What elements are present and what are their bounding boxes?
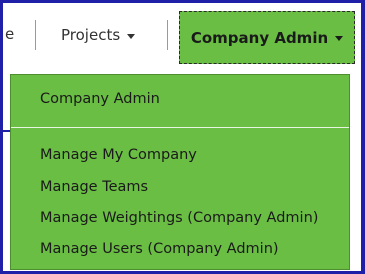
nav-separator — [35, 20, 36, 50]
nav-company-admin-dropdown[interactable]: Company Admin — [179, 11, 355, 64]
background-underline-fragment — [3, 130, 10, 132]
nav-projects-label: Projects — [61, 26, 121, 44]
caret-down-icon — [127, 33, 136, 39]
menu-item-manage-my-company[interactable]: Manage My Company — [40, 147, 197, 163]
menu-item-manage-users[interactable]: Manage Users (Company Admin) — [40, 241, 279, 257]
frame-border-right — [361, 0, 365, 274]
frame-border-left — [0, 0, 3, 274]
nav-projects-dropdown[interactable]: Projects — [49, 13, 147, 57]
menu-divider — [11, 127, 349, 128]
nav-company-admin-label: Company Admin — [190, 28, 329, 47]
nav-separator — [167, 20, 168, 50]
menu-item-manage-weightings[interactable]: Manage Weightings (Company Admin) — [40, 210, 318, 226]
screenshot-frame: e Projects Company Admin Company Admin M… — [0, 0, 365, 274]
frame-border-top — [0, 0, 365, 3]
company-admin-dropdown-menu: Company Admin Manage My Company Manage T… — [10, 74, 350, 270]
nav-item-truncated[interactable]: e — [5, 25, 14, 43]
caret-down-icon — [335, 36, 344, 41]
menu-item-company-admin[interactable]: Company Admin — [40, 91, 160, 107]
menu-item-manage-teams[interactable]: Manage Teams — [40, 179, 148, 195]
navbar: e Projects Company Admin — [3, 3, 361, 65]
